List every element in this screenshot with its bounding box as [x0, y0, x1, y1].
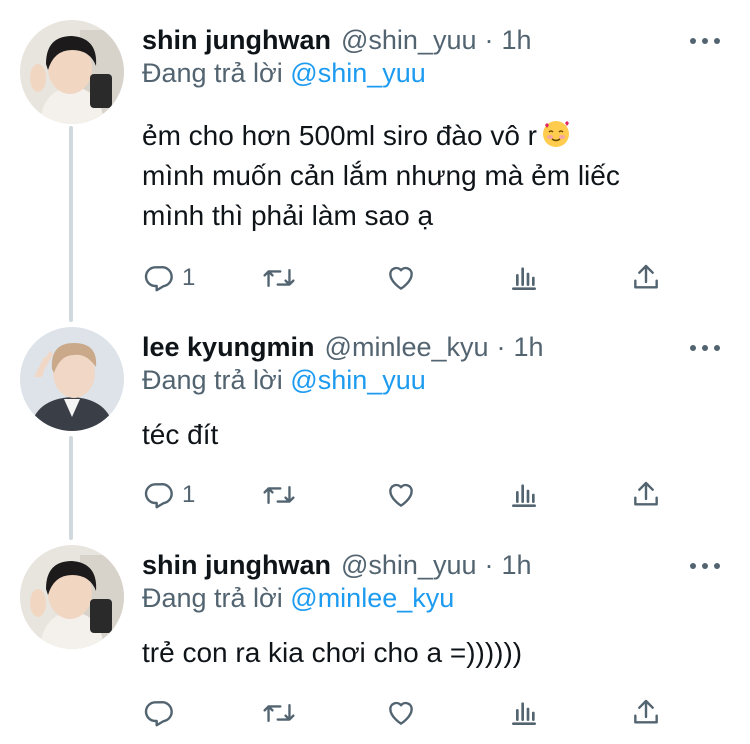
tweet-text: trẻ con ra kia chơi cho a =)))))): [142, 633, 710, 673]
reply-icon: [144, 701, 173, 727]
display-name[interactable]: shin junghwan: [142, 550, 331, 581]
timestamp[interactable]: 1h: [502, 550, 532, 581]
share-icon: [634, 481, 658, 506]
retweet-icon: [263, 268, 295, 288]
analytics-button[interactable]: [508, 256, 540, 300]
avatar[interactable]: [20, 327, 124, 431]
avatar[interactable]: [20, 545, 124, 649]
analytics-icon: [512, 267, 536, 290]
user-handle[interactable]: @minlee_kyu: [325, 332, 489, 363]
replying-to-label: Đang trả lời: [142, 583, 283, 613]
analytics-button[interactable]: [508, 473, 540, 517]
separator-dot: ·: [484, 549, 494, 580]
replying-to: Đang trả lời @minlee_kyu: [142, 583, 454, 614]
heart-icon: [389, 483, 413, 507]
reply-button[interactable]: [142, 691, 182, 735]
like-button[interactable]: [385, 691, 417, 735]
heart-icon: [389, 701, 413, 725]
tweet-text-line: mình muốn cản lắm nhưng mà ẻm liếc: [142, 160, 620, 191]
more-icon[interactable]: [690, 26, 720, 56]
timestamp[interactable]: 1h: [514, 332, 544, 363]
separator-dot: ·: [496, 331, 506, 362]
tweet-actions: 1: [0, 473, 750, 517]
share-button[interactable]: [630, 691, 662, 735]
reply-button[interactable]: 1: [142, 256, 195, 300]
timestamp[interactable]: 1h: [502, 25, 532, 56]
tweet-actions: [0, 691, 750, 735]
like-button[interactable]: [385, 256, 417, 300]
replying-to-label: Đang trả lời: [142, 365, 283, 395]
mention-link[interactable]: @minlee_kyu: [290, 583, 454, 613]
tweet-header: lee kyungmin @minlee_kyu · 1h: [142, 327, 720, 367]
tweet[interactable]: shin junghwan @shin_yuu · 1h Đang trả lờ…: [0, 20, 750, 310]
share-button[interactable]: [630, 473, 662, 517]
mention-link[interactable]: @shin_yuu: [290, 58, 426, 88]
tweet-text: téc đít: [142, 415, 710, 455]
retweet-button[interactable]: [262, 691, 296, 735]
display-name[interactable]: lee kyungmin: [142, 332, 315, 363]
reply-icon: [144, 266, 173, 292]
share-button[interactable]: [630, 256, 662, 300]
retweet-icon: [263, 485, 295, 505]
heart-icon: [389, 266, 413, 290]
tweet-text: ẻm cho hơn 500ml siro đào vô r mình muốn…: [142, 116, 710, 236]
analytics-button[interactable]: [508, 691, 540, 735]
tweet-header: shin junghwan @shin_yuu · 1h: [142, 545, 720, 585]
avatar[interactable]: [20, 20, 124, 124]
user-handle[interactable]: @shin_yuu: [341, 550, 477, 581]
more-icon[interactable]: [690, 551, 720, 581]
reply-icon: [144, 483, 173, 509]
smiling-face-with-hearts-icon: [541, 119, 571, 149]
tweet[interactable]: shin junghwan @shin_yuu · 1h Đang trả lờ…: [0, 545, 750, 744]
tweet-actions: 1: [0, 256, 750, 300]
tweet-text-line: trẻ con ra kia chơi cho a =)))))): [142, 637, 523, 668]
more-icon[interactable]: [690, 333, 720, 363]
tweet-text-line: ẻm cho hơn 500ml siro đào vô r: [142, 116, 710, 156]
tweet-header: shin junghwan @shin_yuu · 1h: [142, 20, 720, 60]
share-icon: [634, 264, 658, 289]
retweet-button[interactable]: [262, 256, 296, 300]
tweet-text-line: mình thì phải làm sao ạ: [142, 200, 434, 231]
replying-to: Đang trả lời @shin_yuu: [142, 365, 426, 396]
retweet-button[interactable]: [262, 473, 296, 517]
tweet-text-line: téc đít: [142, 419, 219, 450]
user-handle[interactable]: @shin_yuu: [341, 25, 477, 56]
replying-to-label: Đang trả lời: [142, 58, 283, 88]
analytics-icon: [512, 484, 536, 507]
separator-dot: ·: [484, 24, 494, 55]
tweet[interactable]: lee kyungmin @minlee_kyu · 1h Đang trả l…: [0, 327, 750, 527]
display-name[interactable]: shin junghwan: [142, 25, 331, 56]
reply-button[interactable]: 1: [142, 473, 195, 517]
share-icon: [634, 699, 658, 724]
reply-count: 1: [182, 264, 196, 291]
analytics-icon: [512, 702, 536, 725]
reply-count: 1: [182, 481, 196, 508]
replying-to: Đang trả lời @shin_yuu: [142, 58, 426, 89]
mention-link[interactable]: @shin_yuu: [290, 365, 426, 395]
like-button[interactable]: [385, 473, 417, 517]
retweet-icon: [263, 703, 295, 723]
